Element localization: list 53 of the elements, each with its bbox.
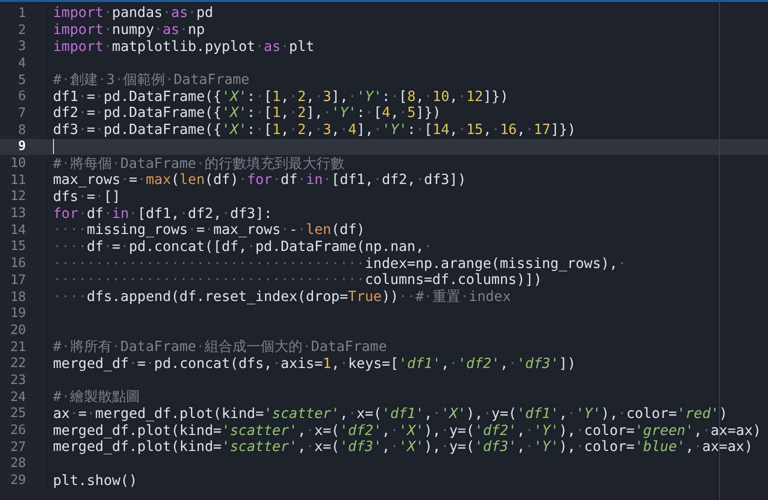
code-line: import·numpy·as·np	[53, 22, 205, 38]
line-number: 7	[18, 106, 26, 121]
code-line: #·將每個·DataFrame·的行數填充到最大行數	[53, 156, 345, 172]
code-line: #·創建·3·個範例·DataFrame	[53, 72, 250, 88]
code-line: for·df·in·[df1,·df2,·df3]:	[53, 206, 272, 222]
code-line: merged_df.plot(kind='scatter',·x=('df3',·'X'),·y=('df3',·'Y'),·color='blue',·ax=ax)	[53, 439, 753, 456]
code-line: #·繪製散點圖	[53, 389, 140, 406]
line-number: 4	[18, 56, 26, 71]
line-number: 15	[10, 239, 26, 254]
code-line: ax·=·merged_df.plot(kind='scatter',·x=('df1',·'X'),·y=('df1',·'Y'),·color='red')	[53, 406, 728, 422]
code-line: ·····································columns=df.columns)])	[53, 272, 542, 288]
line-number: 23	[10, 372, 26, 388]
text-cursor	[53, 139, 54, 154]
line-number: 18	[10, 290, 26, 305]
code-line: ····missing_rows·=·max_rows·-·len(df)	[53, 222, 365, 238]
line-number: 29	[10, 473, 26, 488]
code-line: max_rows·=·max(len(df)·for·df·in·[df1,·df2,·df3])	[53, 172, 466, 188]
line-number: 25	[10, 406, 26, 422]
line-number: 20	[10, 322, 26, 338]
line-number: 8	[18, 122, 26, 138]
code-line: import·matplotlib.pyplot·as·plt	[53, 38, 314, 55]
code-line: import·pandas·as·pd	[53, 5, 214, 22]
line-number: 14	[10, 222, 26, 238]
line-number: 26	[10, 423, 26, 438]
line-number: 24	[10, 390, 26, 405]
line-number: 21	[10, 340, 26, 355]
code-line: ·····································index=np.arange(missing_rows),·	[53, 256, 626, 272]
line-number: 22	[10, 356, 26, 372]
line-number: 28	[10, 456, 26, 472]
line-number: 6	[18, 89, 26, 104]
line-number: 9	[18, 139, 26, 154]
code-line: #·將所有·DataFrame·組合成一個大的·DataFrame	[53, 339, 387, 356]
line-number: 13	[10, 206, 26, 222]
code-line: df2·=·pd.DataFrame({'X':·[1,·2],·'Y':·[4,·5]})	[53, 105, 441, 122]
line-number: 1	[18, 6, 26, 21]
line-number: 17	[10, 272, 26, 288]
line-number: 12	[10, 189, 26, 204]
code-line: plt.show()	[53, 472, 138, 489]
line-number: 19	[10, 306, 26, 322]
line-number: 27	[10, 440, 26, 455]
code-line: merged_df.plot(kind='scatter',·x=('df2',·'X'),·y=('df2',·'Y'),·color='green',·ax=ax)	[53, 422, 762, 439]
line-number: 11	[10, 172, 26, 188]
line-number: 10	[10, 156, 26, 172]
code-line: ····df·=·pd.concat([df,·pd.DataFrame(np.nan,·	[53, 238, 432, 255]
line-number: 5	[18, 72, 26, 88]
line-number: 2	[18, 22, 26, 38]
line-number: 16	[10, 256, 26, 272]
code-line: merged_df·=·pd.concat(dfs,·axis=1,·keys=['df1',·'df2',·'df3'])	[53, 356, 576, 372]
code-line: df3·=·pd.DataFrame({'X':·[1,·2,·3,·4],·'Y':·[14,·15,·16,·17]})	[53, 122, 576, 138]
line-number: 3	[18, 39, 26, 54]
code-line: ····dfs.append(df.reset_index(drop=True))··#·重置·index	[53, 289, 511, 306]
code-line: dfs·=·[]	[53, 188, 120, 205]
code-line: df1·=·pd.DataFrame({'X':·[1,·2,·3],·'Y':·[8,·10,·12]})	[53, 88, 508, 105]
